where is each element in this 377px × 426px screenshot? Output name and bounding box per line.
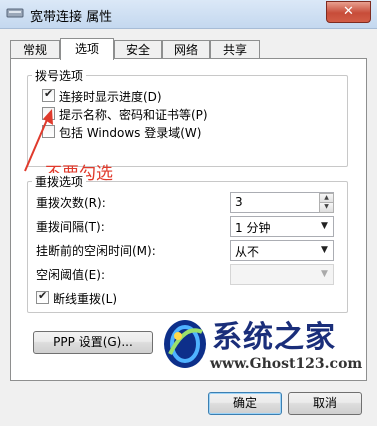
- redial-interval-value: 1 分钟: [235, 221, 271, 235]
- dial-options-group: 拨号选项 ✔ 连接时显示进度(D) 提示名称、密码和证书等(P) 包括 Wind…: [27, 67, 348, 167]
- reconnect-checkbox[interactable]: ✔: [36, 289, 49, 304]
- watermark-url: www.Ghost123.com: [210, 356, 363, 372]
- tab-general[interactable]: 常规: [10, 40, 60, 59]
- tab-options[interactable]: 选项: [60, 38, 114, 60]
- properties-dialog: 宽带连接 属性 ✕ 常规 选项 安全 网络 共享 拨号选项 ✔ 连接时显示进度(…: [0, 0, 377, 426]
- redial-options-group: 重拨选项 重拨次数(R): 3 ▲ ▼ 重拨间隔(T): 1 分钟 ▼ 挂断前的…: [27, 173, 348, 313]
- globe-logo-icon: [164, 320, 206, 368]
- idle-hangup-value: 从不: [235, 245, 260, 259]
- include-domain-label: 包括 Windows 登录域(W): [59, 126, 202, 140]
- ppp-settings-button[interactable]: PPP 设置(G)...: [33, 331, 153, 354]
- chevron-down-icon: ▼: [321, 245, 328, 255]
- redial-interval-select[interactable]: 1 分钟 ▼: [230, 216, 334, 237]
- idle-threshold-select: ▼: [230, 264, 334, 285]
- redial-interval-label: 重拨间隔(T):: [36, 220, 105, 234]
- redial-options-title: 重拨选项: [32, 173, 87, 190]
- close-button[interactable]: ✕: [326, 1, 371, 23]
- redial-count-value: 3: [235, 195, 243, 209]
- title-bar[interactable]: 宽带连接 属性 ✕: [0, 0, 377, 29]
- tab-network[interactable]: 网络: [162, 40, 210, 59]
- close-icon: ✕: [343, 4, 354, 19]
- idle-hangup-select[interactable]: 从不 ▼: [230, 240, 334, 261]
- network-connection-icon: [6, 7, 24, 19]
- prompt-credentials-label: 提示名称、密码和证书等(P): [59, 108, 208, 122]
- show-progress-checkbox[interactable]: ✔: [42, 87, 55, 102]
- checkmark-icon: ✔: [44, 87, 54, 100]
- tab-security[interactable]: 安全: [114, 40, 162, 59]
- reconnect-label: 断线重拨(L): [53, 292, 118, 306]
- checkmark-icon: ✔: [38, 289, 48, 302]
- cancel-button[interactable]: 取消: [288, 392, 362, 415]
- idle-hangup-label: 挂断前的空闲时间(M):: [36, 244, 156, 258]
- dial-options-title: 拨号选项: [32, 67, 87, 84]
- tab-sharing[interactable]: 共享: [210, 40, 260, 59]
- chevron-down-icon: ▼: [321, 221, 328, 231]
- show-progress-label: 连接时显示进度(D): [59, 90, 162, 104]
- chevron-down-icon: ▼: [321, 269, 328, 279]
- ok-button[interactable]: 确定: [208, 392, 282, 415]
- spin-down-icon[interactable]: ▼: [319, 202, 334, 213]
- idle-threshold-label: 空闲阈值(E):: [36, 268, 105, 282]
- redial-count-label: 重拨次数(R):: [36, 196, 106, 210]
- watermark-logo: 系统之家 www.Ghost123.com: [160, 312, 370, 378]
- watermark-name: 系统之家: [212, 320, 336, 355]
- window-title: 宽带连接 属性: [30, 10, 113, 25]
- redial-count-stepper[interactable]: 3 ▲ ▼: [230, 192, 334, 213]
